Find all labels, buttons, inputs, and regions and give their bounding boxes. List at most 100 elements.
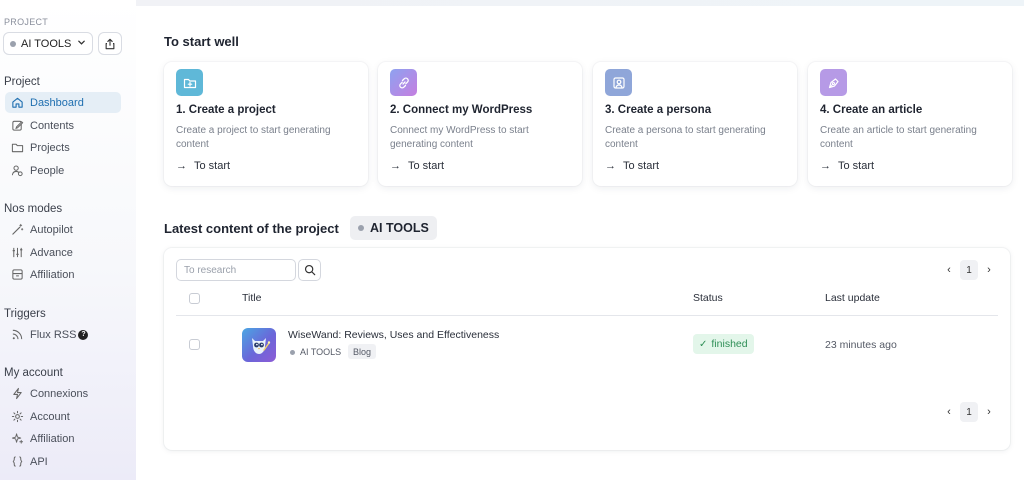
column-status[interactable]: Status xyxy=(693,292,723,304)
sidebar-item-label: Dashboard xyxy=(30,96,84,109)
to-start-label: To start xyxy=(408,160,445,172)
edit-icon xyxy=(11,119,24,132)
to-start-link[interactable]: → To start xyxy=(820,160,874,172)
start-well-title: To start well xyxy=(164,34,239,49)
owl-wizard-icon xyxy=(252,338,271,354)
section-my-account: My account xyxy=(4,367,63,379)
row-category-tag: Blog xyxy=(348,344,377,359)
card-create-persona[interactable]: 3. Create a persona Create a persona to … xyxy=(593,62,797,186)
card-title: 1. Create a project xyxy=(176,104,276,116)
prev-page-button[interactable]: ‹ xyxy=(940,260,958,280)
sidebar-item-label: Affiliation xyxy=(30,432,75,445)
arrow-right-icon: → xyxy=(390,160,401,172)
sidebar-item-label: Contents xyxy=(30,119,75,132)
card-description: Connect my WordPress to start generating… xyxy=(390,125,529,150)
search-input[interactable] xyxy=(176,259,296,281)
check-icon: ✓ xyxy=(699,338,708,350)
row-project-label: AI TOOLS xyxy=(300,347,342,357)
project-chip: AI TOOLS xyxy=(350,216,437,240)
project-label: PROJECT xyxy=(4,17,49,27)
card-description: Create a project to start generating con… xyxy=(176,125,331,150)
sidebar-item-label: Advance xyxy=(30,246,73,259)
column-title[interactable]: Title xyxy=(242,292,261,304)
project-dot xyxy=(10,40,16,47)
sidebar-item-dashboard[interactable]: Dashboard xyxy=(5,92,121,113)
sidebar-item-people[interactable]: People xyxy=(5,160,121,181)
sidebar-item-contents[interactable]: Contents xyxy=(5,115,121,136)
card-create-article[interactable]: 4. Create an article Create an article t… xyxy=(808,62,1012,186)
to-start-label: To start xyxy=(838,160,875,172)
sidebar-item-projects[interactable]: Projects xyxy=(5,137,121,158)
gear-icon xyxy=(11,410,24,423)
arrow-right-icon: → xyxy=(820,160,831,172)
project-select-value: AI TOOLS xyxy=(21,37,72,50)
card-description: Create an article to start generating co… xyxy=(820,125,977,150)
card-connect-wordpress[interactable]: 2. Connect my WordPress Connect my WordP… xyxy=(378,62,582,186)
next-page-button[interactable]: › xyxy=(980,260,998,280)
row-title[interactable]: WiseWand: Reviews, Uses and Effectivenes… xyxy=(288,329,499,341)
arrow-right-icon: → xyxy=(605,160,616,172)
to-start-link[interactable]: → To start xyxy=(176,160,230,172)
sidebar-item-advance[interactable]: Advance xyxy=(5,242,121,263)
braces-icon xyxy=(11,455,24,468)
sidebar-item-label: Projects xyxy=(30,141,70,154)
user-square-icon xyxy=(605,69,632,96)
row-project-tag: AI TOOLS xyxy=(290,347,341,357)
status-badge: ✓ finished xyxy=(693,334,754,354)
next-page-button[interactable]: › xyxy=(980,402,998,422)
share-icon xyxy=(105,38,115,49)
card-title: 2. Connect my WordPress xyxy=(390,104,533,116)
pagination-top: ‹ 1 › xyxy=(940,260,998,280)
wand-icon xyxy=(11,223,24,236)
sidebar-item-affiliation-account[interactable]: Affiliation xyxy=(5,428,121,449)
share-button[interactable] xyxy=(98,32,122,55)
search-icon xyxy=(304,264,315,276)
sidebar-item-affiliation-modes[interactable]: Affiliation xyxy=(5,264,121,285)
project-dot xyxy=(358,225,364,231)
sidebar-item-label: People xyxy=(30,164,65,177)
section-triggers: Triggers xyxy=(4,308,46,320)
section-nos-modes: Nos modes xyxy=(4,203,63,215)
sidebar-item-label: Account xyxy=(30,410,70,423)
card-title: 3. Create a persona xyxy=(605,104,712,116)
rss-icon xyxy=(11,328,24,341)
to-start-link[interactable]: → To start xyxy=(390,160,444,172)
card-create-project[interactable]: 1. Create a project Create a project to … xyxy=(164,62,368,186)
sidebar-item-label: Autopilot xyxy=(30,223,73,236)
people-icon xyxy=(11,164,24,177)
to-start-link[interactable]: → To start xyxy=(605,160,659,172)
sparkle-icon xyxy=(11,432,24,445)
arrow-right-icon: → xyxy=(176,160,187,172)
article-thumbnail xyxy=(242,328,276,362)
card-description: Create a persona to start generating con… xyxy=(605,125,766,150)
sidebar-item-api[interactable]: API xyxy=(5,451,121,472)
sidebar-item-label: API xyxy=(30,455,48,468)
page-number[interactable]: 1 xyxy=(960,402,978,422)
page-number[interactable]: 1 xyxy=(960,260,978,280)
sidebar-item-autopilot[interactable]: Autopilot xyxy=(5,219,121,240)
folder-icon xyxy=(11,141,24,154)
prev-page-button[interactable]: ‹ xyxy=(940,402,958,422)
sidebar: PROJECT AI TOOLS Project Dashboard Conte… xyxy=(0,0,136,480)
content-table: ‹ 1 › Title Status Last update WiseWan xyxy=(164,248,1010,450)
card-title: 4. Create an article xyxy=(820,104,923,116)
main-content: To start well 1. Create a project Create… xyxy=(136,0,1024,480)
search-button[interactable] xyxy=(298,259,321,281)
pen-tool-icon xyxy=(820,69,847,96)
row-checkbox[interactable] xyxy=(189,339,200,350)
project-dot xyxy=(290,349,295,355)
bolt-icon xyxy=(11,387,24,400)
archive-icon xyxy=(11,268,24,281)
row-last-update: 23 minutes ago xyxy=(825,339,897,351)
help-icon[interactable]: ? xyxy=(78,329,89,340)
sidebar-item-flux-rss[interactable]: Flux RSS ? xyxy=(5,324,121,345)
sidebar-item-account[interactable]: Account xyxy=(5,406,121,427)
project-select[interactable]: AI TOOLS xyxy=(3,32,93,55)
select-all-checkbox[interactable] xyxy=(189,293,200,304)
chevron-down-icon xyxy=(77,38,86,49)
latest-content-title: Latest content of the project xyxy=(164,221,339,236)
link-icon xyxy=(390,69,417,96)
sidebar-item-connexions[interactable]: Connexions xyxy=(5,383,121,404)
home-icon xyxy=(11,96,24,109)
column-last-update[interactable]: Last update xyxy=(825,292,880,304)
